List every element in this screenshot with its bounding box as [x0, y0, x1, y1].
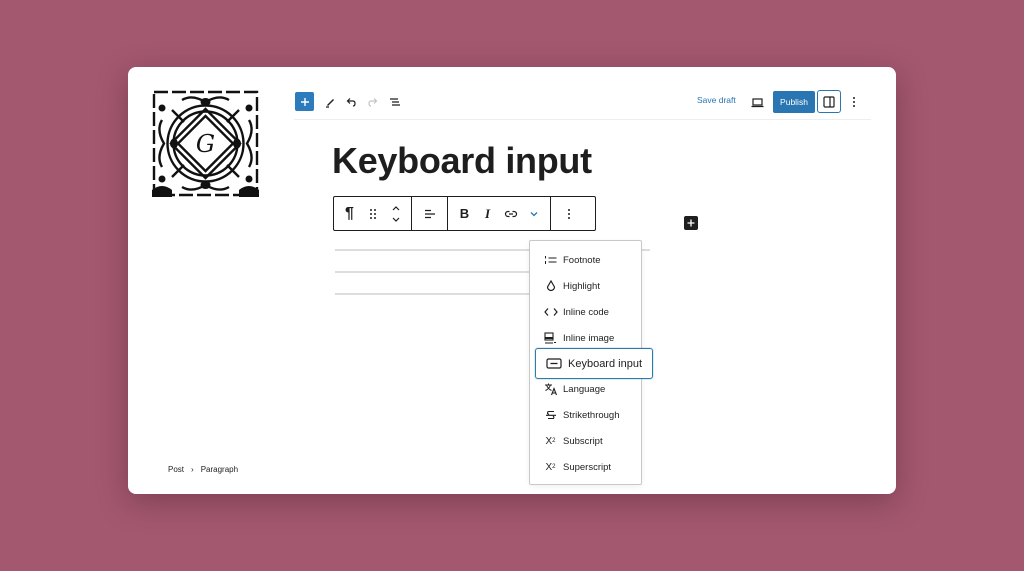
menu-item-label: Language	[563, 383, 606, 395]
laptop-icon	[751, 97, 763, 107]
menu-item-label: Subscript	[563, 435, 603, 447]
undo-button[interactable]	[341, 92, 361, 112]
bold-icon: B	[459, 206, 470, 221]
publish-button[interactable]: Publish	[773, 91, 815, 113]
menu-item-label: Highlight	[563, 280, 600, 292]
gutenberg-logo-icon: G	[152, 90, 259, 197]
plus-icon	[687, 219, 695, 227]
language-icon	[543, 382, 558, 396]
drag-handle[interactable]	[361, 202, 384, 226]
menu-item-label: Inline image	[563, 332, 615, 344]
editor-header: Save draft Publish	[294, 87, 871, 120]
superscript-icon: X2	[545, 461, 556, 473]
document-overview-button[interactable]	[385, 92, 405, 112]
block-toolbar-group-block: ¶	[334, 197, 412, 230]
plus-icon	[300, 97, 309, 106]
move-up-down-icon	[392, 205, 399, 222]
block-toolbar-group-format: B I	[448, 197, 551, 230]
inline-image-icon	[543, 331, 558, 345]
redo-button[interactable]	[363, 92, 383, 112]
italic-button[interactable]: I	[476, 202, 499, 226]
editor-window: G Save draft Publish Keyboard input ¶ B …	[128, 67, 896, 494]
block-options-icon	[567, 208, 570, 219]
block-type-button[interactable]: ¶	[338, 202, 361, 226]
drag-handle-icon	[369, 208, 376, 219]
preview-button[interactable]	[747, 92, 767, 112]
menu-item-subscript[interactable]: X2 Subscript	[530, 430, 641, 452]
block-toolbar: ¶ B I	[333, 196, 596, 231]
menu-item-language[interactable]: Language	[530, 378, 641, 400]
redo-icon	[368, 98, 378, 107]
post-title[interactable]: Keyboard input	[332, 140, 592, 182]
menu-item-inline-image[interactable]: Inline image	[530, 327, 641, 349]
breadcrumb-item-post[interactable]: Post	[168, 465, 184, 474]
link-button[interactable]	[499, 202, 522, 226]
align-left-icon	[424, 209, 435, 218]
chevron-right-icon: ›	[191, 465, 194, 474]
add-block-button[interactable]	[295, 92, 314, 111]
menu-item-strikethrough[interactable]: Strikethrough	[530, 404, 641, 426]
menu-item-keyboard-input[interactable]: Keyboard input	[535, 348, 653, 379]
menu-item-label: Inline code	[563, 306, 609, 318]
settings-sidebar-toggle[interactable]	[817, 90, 841, 113]
sidebar-toggle-icon	[823, 95, 835, 108]
block-inserter-button[interactable]	[684, 216, 698, 230]
block-toolbar-group-align	[412, 197, 448, 230]
align-button[interactable]	[418, 202, 441, 226]
menu-item-highlight[interactable]: Highlight	[530, 275, 641, 297]
undo-icon	[346, 98, 356, 107]
breadcrumb-item-paragraph[interactable]: Paragraph	[201, 465, 238, 474]
move-block-buttons[interactable]	[384, 202, 407, 226]
italic-icon: I	[484, 205, 491, 221]
menu-item-label: Keyboard input	[568, 357, 642, 370]
list-view-icon	[390, 98, 400, 106]
menu-item-label: Strikethrough	[563, 409, 620, 421]
menu-item-label: Footnote	[563, 254, 601, 266]
paragraph-line	[335, 271, 531, 273]
options-menu-button[interactable]	[844, 92, 864, 112]
pencil-icon	[326, 99, 334, 108]
footnote-icon	[543, 253, 558, 267]
bold-button[interactable]: B	[453, 202, 476, 226]
droplet-icon	[543, 279, 558, 293]
link-icon	[504, 210, 517, 217]
menu-item-footnote[interactable]: Footnote	[530, 249, 641, 271]
more-formats-button[interactable]	[522, 202, 545, 226]
block-toolbar-group-options	[551, 197, 586, 230]
keyboard-icon	[545, 357, 562, 371]
block-options-button[interactable]	[557, 202, 580, 226]
save-draft-button[interactable]: Save draft	[697, 95, 736, 105]
menu-item-label: Superscript	[563, 461, 612, 473]
more-rich-text-icon	[530, 211, 537, 216]
code-icon	[543, 305, 558, 319]
breadcrumb: Post › Paragraph	[168, 465, 238, 474]
more-vertical-icon	[853, 97, 855, 107]
subscript-icon: X2	[545, 435, 556, 447]
paragraph-line	[335, 293, 531, 295]
menu-item-inline-code[interactable]: Inline code	[530, 301, 641, 323]
format-dropdown-menu: Footnote Highlight Inline code Inline im…	[529, 240, 653, 485]
menu-item-superscript[interactable]: X2 Superscript	[530, 456, 641, 478]
paragraph-icon: ¶	[345, 204, 354, 222]
strikethrough-icon	[543, 408, 558, 422]
svg-text:G: G	[196, 130, 215, 158]
tools-button[interactable]	[320, 92, 340, 112]
